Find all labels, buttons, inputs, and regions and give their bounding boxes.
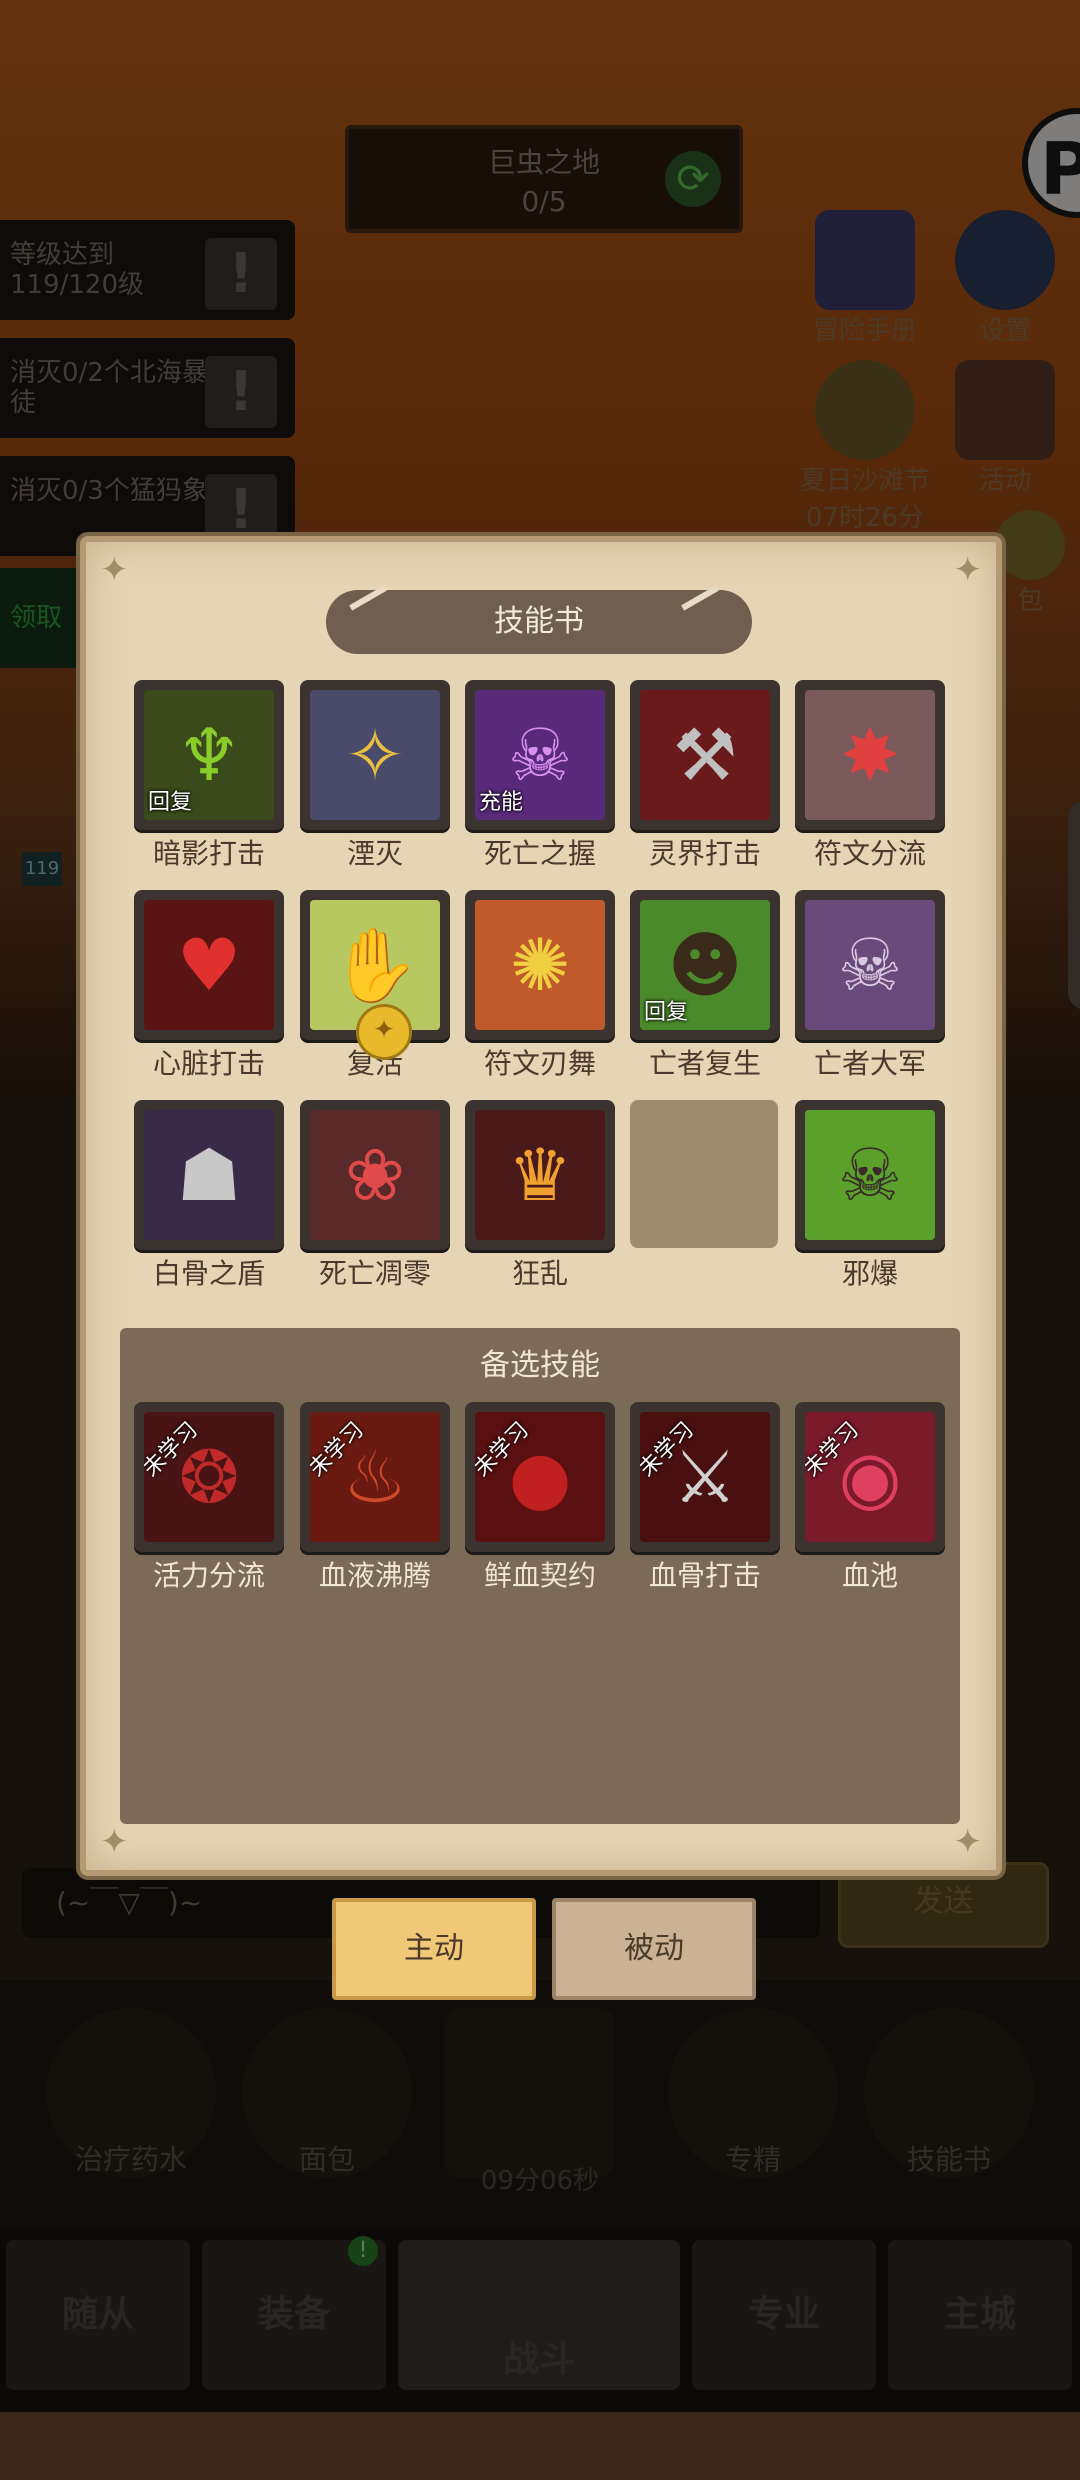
skill-slot[interactable]: ✧ 湮灭 (300, 680, 450, 872)
alt-skill-name: 血骨打击 (648, 1559, 761, 1592)
skill-tag: 回复 (644, 1000, 689, 1025)
army-of-dead-icon: ☠ (837, 923, 903, 1007)
empty-skill-slot[interactable] (630, 1100, 778, 1248)
skill-name: 狂乱 (511, 1257, 568, 1290)
alt-skill-slot[interactable]: ❂ 未学习 活力分流 (134, 1402, 284, 1594)
annihilate-icon: ✧ (344, 713, 406, 797)
skill-name: 邪爆 (841, 1257, 898, 1290)
alt-skill-slot[interactable]: ● 未学习 鲜血契约 (465, 1402, 615, 1594)
skill-name: 死亡凋零 (318, 1257, 431, 1290)
skill-slot[interactable]: ✸ 符文分流 (795, 680, 945, 872)
corner-decoration: ✦ (100, 1822, 129, 1862)
skill-slot[interactable]: ♥ 心脏打击 (134, 890, 284, 1082)
alt-skill-slot[interactable]: ⚔ 未学习 血骨打击 (630, 1402, 780, 1594)
rune-split-icon: ✸ (839, 713, 901, 797)
skill-slot[interactable]: ☠ 充能 死亡之握 (465, 680, 615, 872)
alt-skill-slot[interactable]: ◉ 未学习 血池 (795, 1402, 945, 1594)
skill-slot[interactable]: ☗ 白骨之盾 (134, 1100, 284, 1292)
modal-title: 技能书 (326, 590, 752, 654)
skill-slot[interactable]: ☠ 邪爆 (795, 1100, 945, 1292)
skill-slot[interactable]: ⚒ 灵界打击 (630, 680, 780, 872)
skill-name: 亡者大军 (813, 1047, 926, 1080)
skill-name: 心脏打击 (152, 1047, 265, 1080)
passive-skills-tab[interactable]: 被动 (552, 1898, 756, 2000)
skill-tag: 回复 (148, 790, 193, 815)
frenzy-icon: ♛ (507, 1133, 573, 1217)
active-skills-tab[interactable]: 主动 (332, 1898, 536, 2000)
bone-shield-icon: ☗ (176, 1133, 242, 1217)
skill-slot[interactable]: ♛ 狂乱 (465, 1100, 615, 1292)
skill-tag: 充能 (479, 790, 524, 815)
skill-slot[interactable]: ✋ ✦ 复活 (300, 890, 450, 1082)
corner-decoration: ✦ (953, 550, 983, 590)
skill-slot[interactable]: ✺ 符文刃舞 (465, 890, 615, 1082)
skill-slot[interactable]: ☻ 回复 亡者复生 (630, 890, 780, 1082)
skill-name: 白骨之盾 (152, 1257, 265, 1290)
corner-decoration: ✦ (953, 1822, 983, 1862)
skill-name: 符文分流 (813, 837, 926, 870)
death-and-decay-icon: ❀ (344, 1133, 406, 1217)
coin-icon: ✦ (356, 1004, 412, 1060)
skill-name: 灵界打击 (648, 837, 761, 870)
alt-skills-title: 备选技能 (480, 1348, 600, 1383)
spirit-strike-icon: ⚒ (672, 713, 738, 797)
unholy-blast-icon: ☠ (837, 1133, 903, 1217)
skill-slot[interactable]: ❀ 死亡凋零 (300, 1100, 450, 1292)
rune-blade-dance-icon: ✺ (509, 923, 571, 1007)
alt-skill-name: 活力分流 (152, 1559, 265, 1592)
skill-slot[interactable]: ☠ 亡者大军 (795, 890, 945, 1082)
skill-name: 暗影打击 (152, 837, 265, 870)
skill-name: 湮灭 (346, 837, 403, 870)
skill-slot[interactable]: ♆ 回复 暗影打击 (134, 680, 284, 872)
alt-skill-name: 血池 (841, 1559, 898, 1592)
heart-strike-icon: ♥ (176, 923, 242, 1007)
alt-skill-name: 鲜血契约 (483, 1559, 596, 1592)
alt-skill-name: 血液沸腾 (318, 1559, 431, 1592)
corner-decoration: ✦ (100, 550, 129, 590)
skill-name: 亡者复生 (648, 1047, 761, 1080)
alt-skill-slot[interactable]: ♨ 未学习 血液沸腾 (300, 1402, 450, 1594)
skill-name: 死亡之握 (483, 837, 596, 870)
skill-name: 符文刃舞 (483, 1047, 596, 1080)
